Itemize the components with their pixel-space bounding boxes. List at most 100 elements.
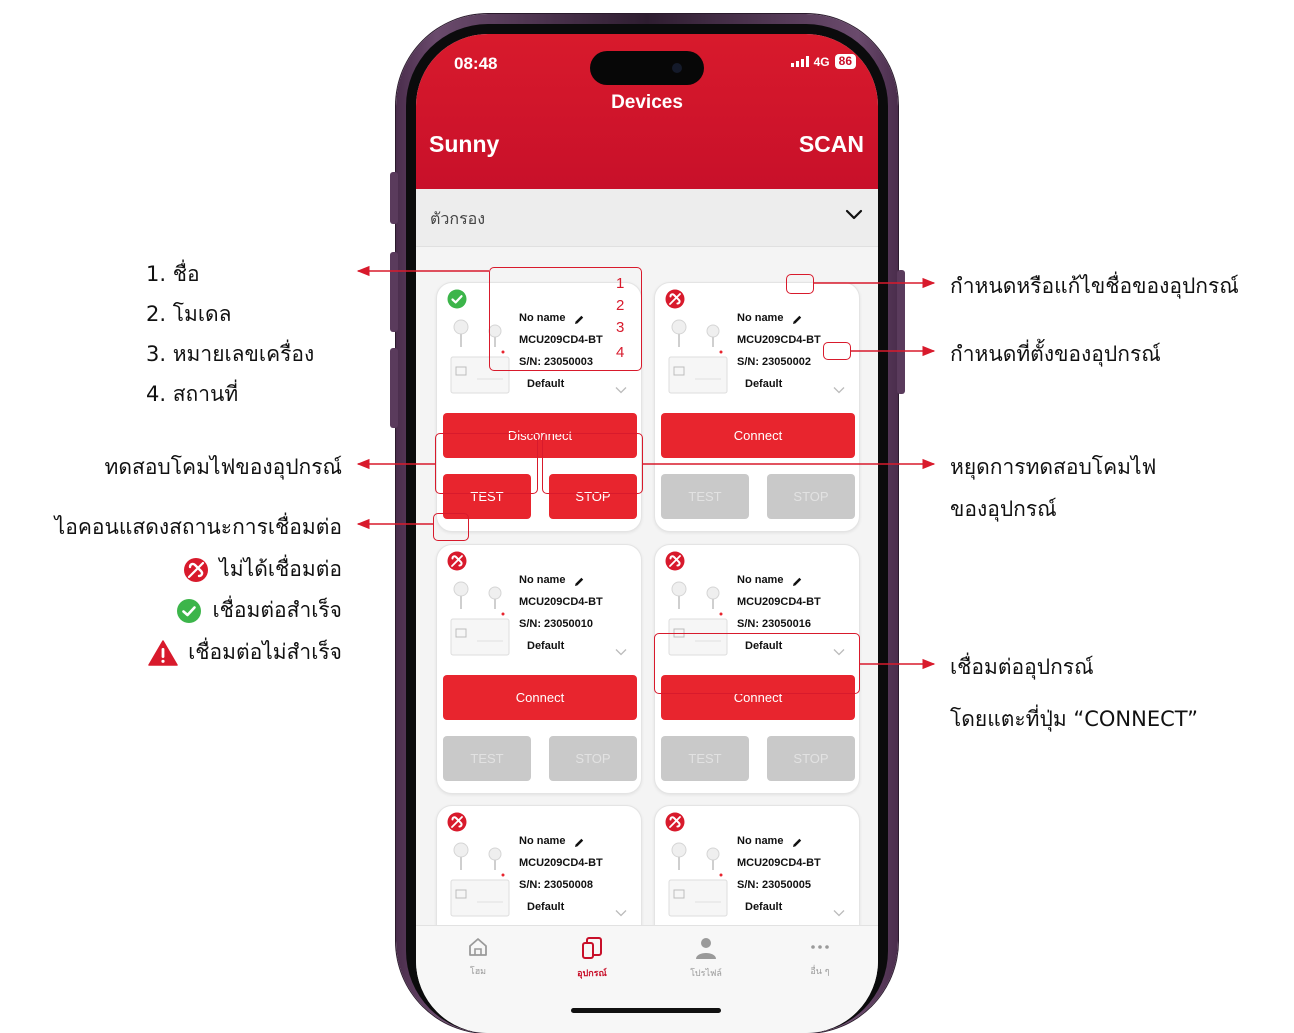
location-select[interactable]: Default xyxy=(519,635,639,657)
legend-serial: 3. หมายเลขเครื่อง xyxy=(146,342,315,366)
pencil-icon[interactable] xyxy=(573,835,585,847)
app-header: 08:48 4G 86 Devices Sunny SCAN xyxy=(416,34,878,189)
test-button[interactable]: TEST xyxy=(443,736,531,781)
device-model: MCU209CD4-BT xyxy=(519,596,603,608)
bottom-nav: โฮม อุปกรณ์ โปรไฟล์ อื่น ๆ xyxy=(416,925,878,1033)
stop-button[interactable]: STOP xyxy=(549,736,637,781)
device-name-row[interactable]: No name xyxy=(737,830,857,852)
callout-number: 3 xyxy=(616,319,625,336)
legend-connected-label: เชื่อมต่อสำเร็จ xyxy=(212,598,342,622)
profile-icon xyxy=(696,938,716,959)
highlight-location xyxy=(823,342,851,360)
device-name-row[interactable]: No name xyxy=(737,307,857,329)
device-info: No name MCU209CD4-BT S/N: 23050005 Default xyxy=(737,830,857,918)
phone-volume-down xyxy=(390,348,398,428)
highlight-status-icon xyxy=(433,513,469,541)
phone-power-button xyxy=(897,270,905,394)
device-name-row[interactable]: No name xyxy=(737,569,857,591)
note-status-icon: ไอคอนแสดงสถานะการเชื่อมต่อ xyxy=(54,515,342,539)
home-icon xyxy=(469,938,487,956)
device-location: Default xyxy=(745,901,783,913)
location-select[interactable]: Default xyxy=(519,373,639,395)
legend-model: 2. โมเดล xyxy=(146,302,232,326)
device-image xyxy=(665,840,729,920)
battery-icon: 86 xyxy=(834,54,856,69)
nav-label-home: โฮม xyxy=(469,967,487,977)
chevron-down-icon xyxy=(615,380,627,394)
disconnected-icon xyxy=(665,289,685,309)
device-serial: S/N: 23050005 xyxy=(737,879,811,891)
legend-location: 4. สถานที่ xyxy=(146,382,239,406)
warning-icon xyxy=(148,639,178,666)
device-info: No name MCU209CD4-BT S/N: 23050008 Default xyxy=(519,830,639,918)
device-info: No name MCU209CD4-BT S/N: 23050010 Default xyxy=(519,569,639,657)
note-connect: เชื่อมต่ออุปกรณ์ xyxy=(950,655,1094,679)
device-model: MCU209CD4-BT xyxy=(737,857,821,869)
chevron-down-icon xyxy=(615,903,627,917)
connect-button[interactable]: Connect xyxy=(661,413,855,458)
home-indicator xyxy=(571,1008,721,1013)
highlight-rename xyxy=(786,274,814,294)
device-location: Default xyxy=(527,378,565,390)
device-model: MCU209CD4-BT xyxy=(519,857,603,869)
stop-button[interactable]: STOP xyxy=(767,474,855,519)
device-serial: S/N: 23050008 xyxy=(519,879,593,891)
note-connect-2: โดยแตะที่ปุ่ม “CONNECT” xyxy=(950,707,1199,731)
disconnected-icon xyxy=(665,812,685,832)
device-location: Default xyxy=(527,901,565,913)
nav-item-more[interactable]: อื่น ๆ xyxy=(780,936,860,978)
test-button[interactable]: TEST xyxy=(661,736,749,781)
location-select[interactable]: Default xyxy=(519,896,639,918)
callout-number: 1 xyxy=(616,275,625,292)
phone-volume-up xyxy=(390,252,398,332)
dynamic-island xyxy=(590,51,704,85)
chevron-down-icon xyxy=(833,380,845,394)
device-image xyxy=(665,317,729,397)
device-grid: No name MCU209CD4-BT S/N: 23050003 Default D… xyxy=(416,247,878,925)
device-location: Default xyxy=(527,640,565,652)
callout-number: 2 xyxy=(616,297,625,314)
filter-label: ตัวกรอง xyxy=(430,209,486,228)
highlight-test xyxy=(435,433,538,494)
pencil-icon[interactable] xyxy=(791,835,803,847)
check-circle-icon xyxy=(177,598,202,623)
chevron-down-icon xyxy=(833,903,845,917)
note-set-location: กำหนดที่ตั้งของอุปกรณ์ xyxy=(950,342,1161,366)
pencil-icon[interactable] xyxy=(791,574,803,586)
nav-item-home[interactable]: โฮม xyxy=(438,936,518,978)
nav-label-more: อื่น ๆ xyxy=(810,967,830,977)
legend-failed-label: เชื่อมต่อไม่สำเร็จ xyxy=(188,640,342,664)
device-name-row[interactable]: No name xyxy=(519,569,639,591)
legend-disconnected: ไม่ได้เชื่อมต่อ xyxy=(183,553,342,586)
nav-label-devices: อุปกรณ์ xyxy=(577,969,607,979)
filter-dropdown[interactable]: ตัวกรอง xyxy=(416,189,878,247)
nav-item-devices[interactable]: อุปกรณ์ xyxy=(552,936,632,980)
test-button[interactable]: TEST xyxy=(661,474,749,519)
pencil-icon[interactable] xyxy=(791,312,803,324)
device-card: No nameMCU209CD4-BTS/N: 23050005DefaultC… xyxy=(654,805,860,925)
device-name: No name xyxy=(519,574,566,586)
disconnected-icon xyxy=(447,551,467,571)
stop-button[interactable]: STOP xyxy=(767,736,855,781)
location-select[interactable]: Default xyxy=(737,373,857,395)
location-select[interactable]: Default xyxy=(737,896,857,918)
device-name: No name xyxy=(737,312,784,324)
phone-action-button xyxy=(390,172,398,224)
device-name-row[interactable]: No name xyxy=(519,830,639,852)
disconnected-icon xyxy=(184,557,209,582)
chevron-down-icon xyxy=(615,642,627,656)
device-card: No name MCU209CD4-BT S/N: 23050002 Default C… xyxy=(654,282,860,532)
signal-icon xyxy=(790,56,809,67)
device-name: No name xyxy=(737,835,784,847)
connect-button[interactable]: Connect xyxy=(443,675,637,720)
scan-button[interactable]: SCAN xyxy=(799,131,864,158)
device-image xyxy=(447,840,511,920)
phone-screen: 08:48 4G 86 Devices Sunny SCAN ตัวกรอง N… xyxy=(416,34,878,1033)
legend-failed: เชื่อมต่อไม่สำเร็จ xyxy=(148,636,342,669)
page-title: Devices xyxy=(611,92,683,113)
more-icon xyxy=(811,945,829,949)
disconnected-icon xyxy=(447,812,467,832)
pencil-icon[interactable] xyxy=(573,574,585,586)
nav-item-profile[interactable]: โปรไฟล์ xyxy=(666,936,746,980)
camera-icon xyxy=(672,63,682,73)
